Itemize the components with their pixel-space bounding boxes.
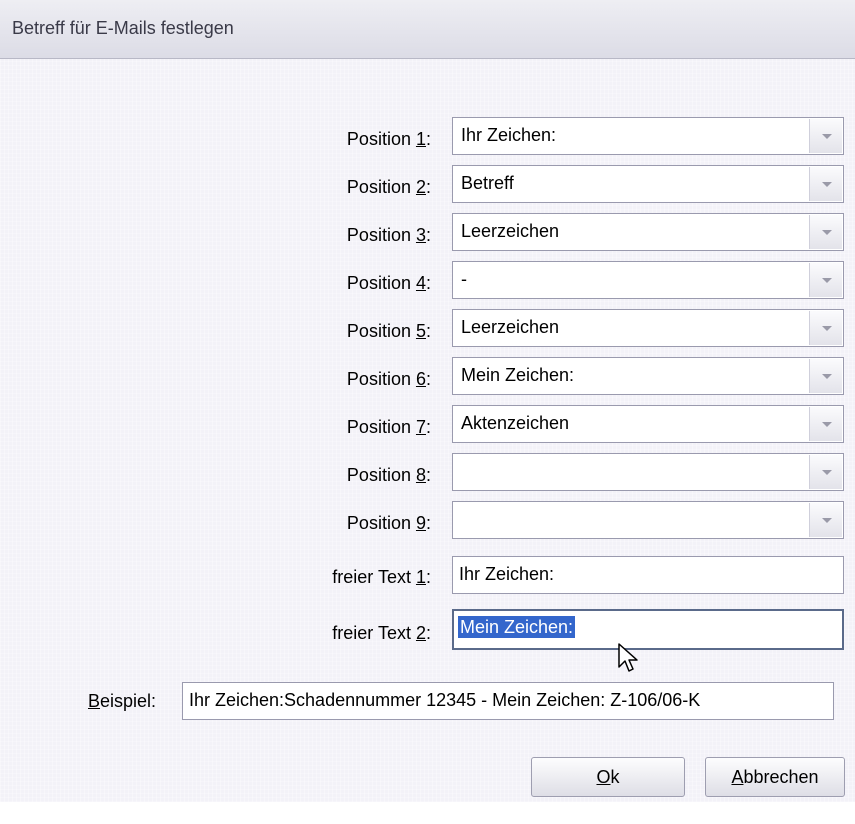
position-1-select[interactable]: Ihr Zeichen:	[452, 117, 844, 155]
free-text-2-label: freier Text 2:	[332, 623, 431, 643]
example-value: Ihr Zeichen:Schadennummer 12345 - Mein Z…	[189, 690, 701, 710]
position-7-dropdown-button[interactable]	[809, 407, 842, 441]
position-3-dropdown-button[interactable]	[809, 215, 842, 249]
chevron-down-icon	[822, 374, 832, 379]
position-2-label: Position 2:	[346, 177, 431, 197]
position-5-select[interactable]: Leerzeichen	[452, 309, 844, 347]
position-1-dropdown-button[interactable]	[809, 119, 842, 153]
free-text-1-value: Ihr Zeichen:	[459, 564, 555, 584]
chevron-down-icon	[822, 518, 832, 523]
position-1-label: Position 1:	[346, 129, 431, 149]
position-2-value: Betreff	[461, 173, 514, 193]
free-text-1-input[interactable]: Ihr Zeichen:	[452, 556, 844, 594]
chevron-down-icon	[822, 230, 832, 235]
position-4-value: -	[461, 269, 467, 289]
position-7-label: Position 7:	[346, 417, 431, 437]
chevron-down-icon	[822, 134, 832, 139]
position-2-select[interactable]: Betreff	[452, 165, 844, 203]
position-9-dropdown-button[interactable]	[809, 503, 842, 537]
position-3-label: Position 3:	[346, 225, 431, 245]
position-1-value: Ihr Zeichen:	[461, 125, 557, 145]
position-6-select[interactable]: Mein Zeichen:	[452, 357, 844, 395]
position-9-label: Position 9:	[346, 513, 431, 533]
mouse-pointer-icon	[618, 643, 638, 672]
chevron-down-icon	[822, 182, 832, 187]
position-3-value: Leerzeichen	[461, 221, 560, 241]
chevron-down-icon	[822, 278, 832, 283]
example-field: Ihr Zeichen:Schadennummer 12345 - Mein Z…	[182, 682, 834, 720]
example-label: Beispiel:	[88, 691, 157, 711]
free-text-2-selected-value: Mein Zeichen:	[458, 616, 576, 638]
cancel-button[interactable]: Abbrechen	[705, 757, 845, 797]
position-8-dropdown-button[interactable]	[809, 455, 842, 489]
chevron-down-icon	[822, 422, 832, 427]
position-7-value: Aktenzeichen	[461, 413, 570, 433]
subject-dialog: Betreff für E-Mails festlegen Position 1…	[0, 0, 855, 802]
position-8-label: Position 8:	[346, 465, 431, 485]
chevron-down-icon	[822, 326, 832, 331]
window-title: Betreff für E-Mails festlegen	[12, 18, 234, 38]
position-7-select[interactable]: Aktenzeichen	[452, 405, 844, 443]
title-bar: Betreff für E-Mails festlegen	[0, 0, 855, 59]
position-4-dropdown-button[interactable]	[809, 263, 842, 297]
position-4-label: Position 4:	[346, 273, 431, 293]
position-6-label: Position 6:	[346, 369, 431, 389]
ok-button[interactable]: Ok	[531, 757, 685, 797]
position-2-dropdown-button[interactable]	[809, 167, 842, 201]
free-text-2-input[interactable]: Mein Zeichen:	[452, 609, 844, 650]
position-5-label: Position 5:	[346, 321, 431, 341]
position-9-select[interactable]	[452, 501, 844, 539]
position-8-select[interactable]	[452, 453, 844, 491]
position-4-select[interactable]: -	[452, 261, 844, 299]
chevron-down-icon	[822, 470, 832, 475]
position-6-dropdown-button[interactable]	[809, 359, 842, 393]
position-5-value: Leerzeichen	[461, 317, 560, 337]
position-6-value: Mein Zeichen:	[461, 365, 575, 385]
position-5-dropdown-button[interactable]	[809, 311, 842, 345]
position-3-select[interactable]: Leerzeichen	[452, 213, 844, 251]
free-text-1-label: freier Text 1:	[332, 567, 431, 587]
